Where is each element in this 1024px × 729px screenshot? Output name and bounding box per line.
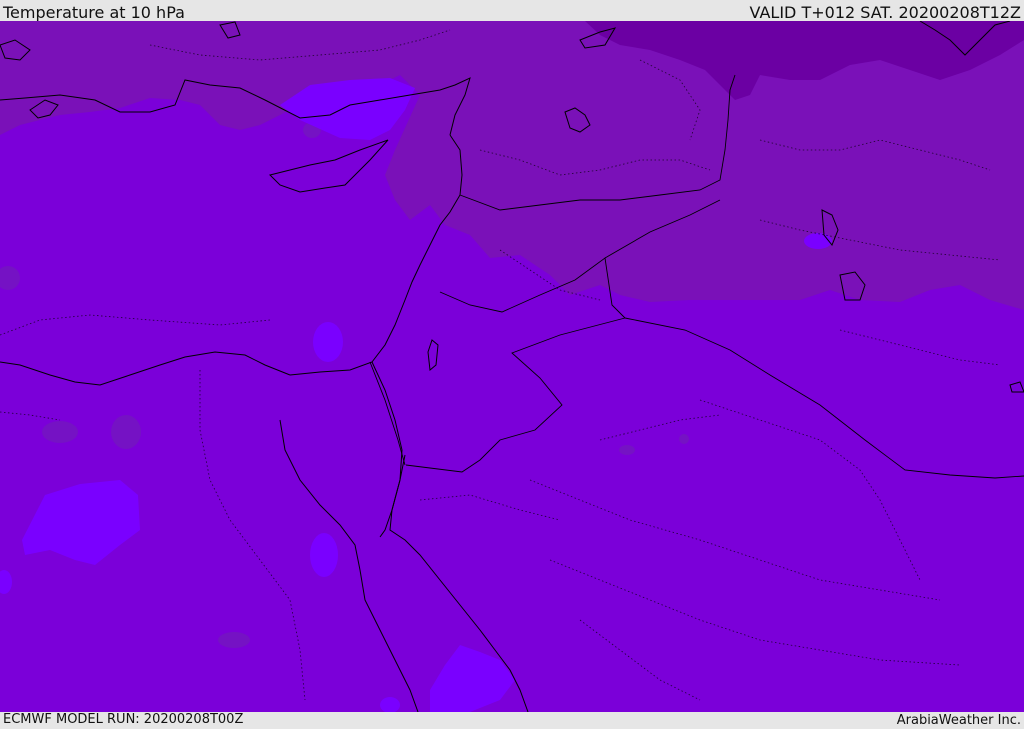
map-title: Temperature at 10 hPa <box>3 3 185 22</box>
cold-pocket <box>313 322 343 362</box>
warm-pocket <box>679 434 689 444</box>
valid-time-label: VALID T+012 SAT. 20200208T12Z <box>749 3 1021 22</box>
temperature-map[interactable] <box>0 21 1024 712</box>
footer-bar: ECMWF MODEL RUN: 20200208T00Z ArabiaWeat… <box>0 712 1024 729</box>
credit-label: ArabiaWeather Inc. <box>896 713 1021 728</box>
header-bar: Temperature at 10 hPa VALID T+012 SAT. 2… <box>0 0 1024 22</box>
weather-map-viewer: Temperature at 10 hPa VALID T+012 SAT. 2… <box>0 0 1024 729</box>
warm-pocket <box>619 445 635 455</box>
warm-pocket <box>42 421 78 443</box>
cold-pocket <box>804 233 832 249</box>
map-canvas <box>0 21 1024 712</box>
warm-pocket <box>218 632 250 648</box>
cold-pocket <box>310 533 338 577</box>
warm-pocket <box>111 415 141 449</box>
model-run-label: ECMWF MODEL RUN: 20200208T00Z <box>3 712 244 727</box>
